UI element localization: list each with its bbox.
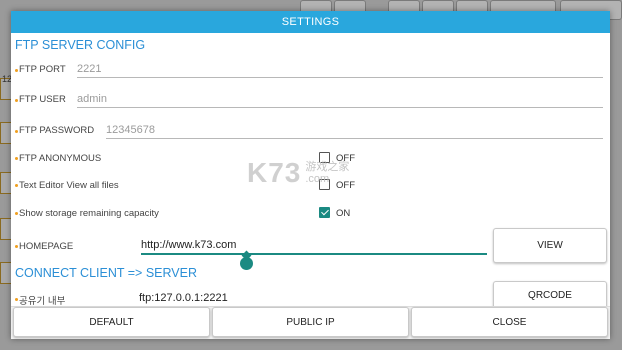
ftp-port-input[interactable]: 2221 [77, 62, 603, 78]
text-editor-checkbox[interactable] [319, 179, 330, 190]
text-cursor-handle[interactable] [240, 257, 253, 270]
default-button[interactable]: DEFAULT [13, 307, 210, 337]
ftp-anonymous-label: FTP ANONYMOUS [19, 153, 102, 164]
bullet-icon [15, 69, 18, 72]
k73-watermark: K73 游戏之家 .com [247, 157, 349, 189]
text-editor-state: OFF [336, 180, 355, 191]
public-ip-button[interactable]: PUBLIC IP [212, 307, 409, 337]
watermark-main-text: K73 [247, 157, 302, 188]
text-editor-label: Text Editor View all files [19, 180, 119, 191]
bullet-icon [15, 184, 18, 187]
ftp-password-input[interactable]: 12345678 [106, 123, 603, 139]
qrcode-button[interactable]: QRCODE [493, 281, 607, 309]
homepage-label: HOMEPAGE [19, 241, 74, 252]
storage-capacity-state: ON [336, 208, 351, 219]
bullet-icon [15, 99, 18, 102]
ftp-password-label: FTP PASSWORD [19, 125, 95, 136]
ftp-user-input[interactable]: admin [77, 92, 603, 108]
bullet-icon [15, 298, 18, 301]
connect-client-section-title: CONNECT CLIENT => SERVER [15, 266, 198, 280]
bullet-icon [15, 157, 18, 160]
bullet-icon [15, 245, 18, 248]
homepage-input[interactable]: http://www.k73.com [141, 238, 487, 255]
ftp-user-label: FTP USER [19, 94, 66, 105]
storage-capacity-label: Show storage remaining capacity [19, 208, 159, 219]
storage-capacity-checkbox[interactable] [319, 207, 330, 218]
ftp-anonymous-checkbox[interactable] [319, 152, 330, 163]
close-button[interactable]: CLOSE [411, 307, 608, 337]
settings-dialog: SETTINGS FTP SERVER CONFIG FTP PORT 2221… [11, 11, 610, 339]
ftp-server-section-title: FTP SERVER CONFIG [15, 38, 146, 52]
ftp-anonymous-state: OFF [336, 153, 355, 164]
bullet-icon [15, 212, 18, 215]
bullet-icon [15, 130, 18, 133]
ftp-port-label: FTP PORT [19, 64, 66, 75]
view-button[interactable]: VIEW [493, 228, 607, 263]
internal-address-value: ftp:127.0.0.1:2221 [139, 292, 228, 304]
dialog-title: SETTINGS [11, 11, 610, 33]
internal-address-label: 공유기 내부 [19, 296, 66, 307]
